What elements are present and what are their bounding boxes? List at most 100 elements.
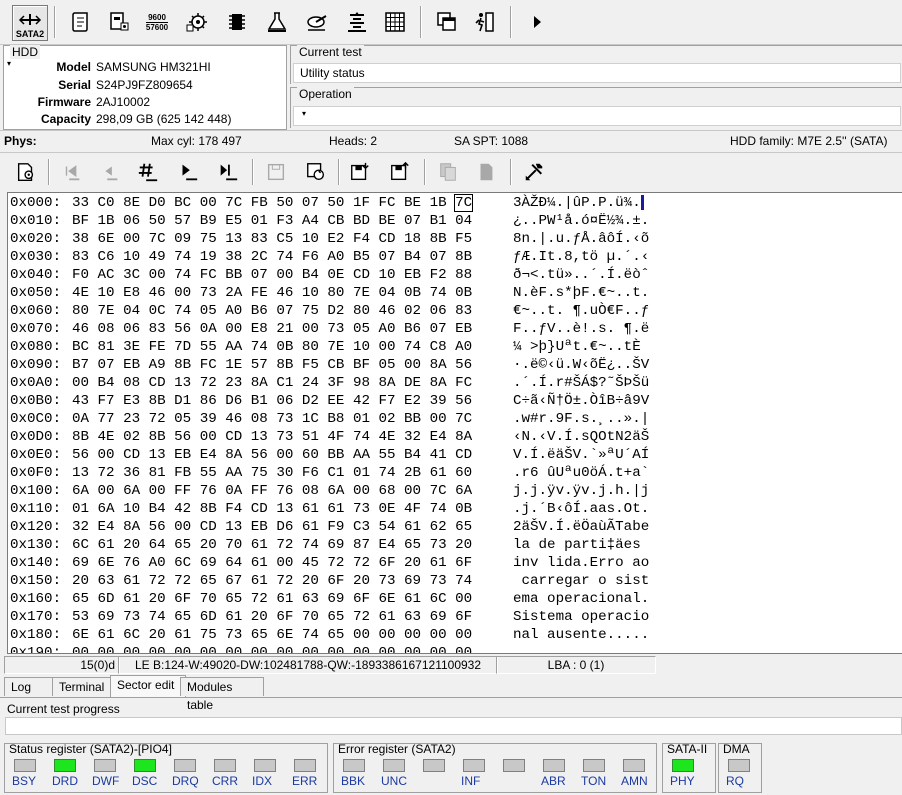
hex-ascii[interactable]: ·.ë©‹ü.W‹õË¿..ŠV (513, 356, 649, 374)
prev-sector-button[interactable] (96, 158, 124, 186)
hex-ascii[interactable]: nal ausente..... (513, 626, 649, 644)
hex-bytes[interactable]: 46 08 06 83 56 0A 00 E8 21 00 73 05 A0 B… (72, 320, 472, 338)
hex-bytes[interactable]: B7 07 EB A9 8B FC 1E 57 8B F5 CB BF 05 0… (72, 356, 472, 374)
copy-window-button[interactable] (430, 5, 464, 39)
hex-bytes[interactable]: 83 C6 10 49 74 19 38 2C 74 F6 A0 B5 07 B… (72, 248, 472, 266)
hex-bytes[interactable]: BF 1B 06 50 57 B9 E5 01 F3 A4 CB BD BE 0… (72, 212, 472, 230)
hex-bytes[interactable]: 65 6D 61 20 6F 70 65 72 61 63 69 6F 6E 6… (72, 590, 472, 608)
tools-button[interactable] (520, 158, 548, 186)
hex-ascii[interactable]: C÷ã‹Ñ†Ö±.ÒîB÷â9V (513, 392, 649, 410)
hex-bytes[interactable]: 56 00 CD 13 EB E4 8A 56 00 60 BB AA 55 B… (72, 446, 472, 464)
platter-stack-icon (348, 12, 366, 32)
hex-ascii[interactable]: inv lida.Erro ao (513, 554, 649, 572)
drive-info-button[interactable] (102, 5, 136, 39)
drive-head-button[interactable] (300, 5, 334, 39)
hex-ascii[interactable]: ƒÆ.It.8,tö µ.´.‹ (513, 248, 649, 266)
run-button[interactable] (520, 5, 554, 39)
last-sector-button[interactable] (214, 158, 242, 186)
grid-button[interactable] (378, 5, 412, 39)
hex-address: 0x010: (10, 213, 62, 229)
hex-bytes[interactable]: 00 00 00 00 00 00 00 00 00 00 00 00 00 0… (72, 644, 472, 653)
hex-ascii[interactable]: .r6 ûUªu0öÁ.t+a` (513, 464, 649, 482)
paste-button[interactable] (472, 158, 500, 186)
tab-modules-table[interactable]: Modules table (180, 677, 264, 712)
hex-bytes[interactable]: 01 6A 10 B4 42 8B F4 CD 13 61 61 73 0E 4… (72, 500, 472, 518)
hex-ascii[interactable]: 2äŠV.Í.ëÖaùÃTabe (513, 518, 649, 536)
scroll-button[interactable] (64, 5, 98, 39)
hex-bytes[interactable]: 8B 4E 02 8B 56 00 CD 13 73 51 4F 74 4E 3… (72, 428, 472, 446)
hex-cursor-byte[interactable]: 7C (454, 194, 474, 212)
hex-bytes[interactable]: 32 E4 8A 56 00 CD 13 EB D6 61 F9 C3 54 6… (72, 518, 472, 536)
tab-sector-edit[interactable]: Sector edit (110, 675, 186, 697)
hex-bytes[interactable]: F0 AC 3C 00 74 FC BB 07 00 B4 0E CD 10 E… (72, 266, 472, 284)
hex-ascii[interactable]: carregar o sist (513, 572, 650, 590)
hex-ascii[interactable]: ¼ >þ}Uªt.€~..tÈ (513, 338, 649, 356)
hex-bytes[interactable]: 4E 10 E8 46 00 73 2A FE 46 10 80 7E 04 0… (72, 284, 472, 302)
open-file-button[interactable] (346, 158, 374, 186)
copy-icon (440, 163, 456, 181)
hex-ascii[interactable]: 3ÀŽĐ¼.|ûP.P.ü¾. (513, 194, 644, 212)
led-unc (383, 759, 405, 772)
operation-field: ▾ (293, 106, 901, 126)
hex-bytes[interactable]: 6A 00 6A 00 FF 76 0A FF 76 08 6A 00 68 0… (72, 482, 472, 500)
hex-ascii[interactable]: ‹N.‹V.Í.sQOtN2äŠ (513, 428, 649, 446)
status-register-group: Status register (SATA2)-[PIO4] BSY DRD DWF… (4, 742, 328, 793)
page-gear-icon (17, 163, 34, 181)
operation-panel: Operation ▾ (290, 87, 902, 128)
hex-ascii[interactable]: ema operacional. (513, 590, 649, 608)
hex-bytes[interactable]: 6E 61 6C 20 61 75 73 65 6E 74 65 00 00 0… (72, 626, 472, 644)
hex-bytes[interactable]: 80 7E 04 0C 74 05 A0 B6 07 75 D2 80 46 0… (72, 302, 472, 320)
hex-ascii[interactable]: .j.´B‹ôÍ.aas.Ot. (513, 500, 649, 518)
tab-log[interactable]: Log (4, 677, 54, 696)
flask-button[interactable] (260, 5, 294, 39)
hex-bytes[interactable]: 0A 77 23 72 05 39 46 08 73 1C B8 01 02 B… (72, 410, 472, 428)
exit-button[interactable] (468, 5, 502, 39)
current-test-title: Current test (297, 45, 364, 59)
tab-terminal[interactable]: Terminal (52, 677, 116, 696)
hex-ascii[interactable]: €~..t. ¶.uÒ€F..ƒ (513, 302, 649, 320)
operation-dropdown-icon[interactable]: ▾ (302, 109, 306, 118)
save-file-button[interactable] (386, 158, 414, 186)
first-sector-button[interactable] (58, 158, 86, 186)
hex-ascii[interactable]: 8n.|.u.ƒÅ.âôÍ.‹õ (513, 230, 649, 248)
hex-bytes[interactable]: 43 F7 E3 8B D1 86 D6 B1 06 D2 EE 42 F7 E… (72, 392, 472, 410)
hex-address: 0x120: (10, 519, 62, 535)
baud-rate-button[interactable]: 9600 57600 (140, 5, 174, 39)
sata-port-button[interactable]: SATA2 (12, 5, 48, 41)
goto-sector-button[interactable] (134, 158, 162, 186)
play-arrow-icon (534, 16, 541, 28)
hex-ascii[interactable]: N.èF.s*þF.€~..t. (513, 284, 649, 302)
hex-ascii[interactable]: .w#r.9F.s.¸..».| (513, 410, 649, 428)
save-button[interactable] (262, 158, 290, 186)
hex-ascii[interactable]: j.j.ÿv.ÿv.j.h.|j (513, 482, 649, 500)
copy-button[interactable] (434, 158, 462, 186)
hex-address: 0x0B0: (10, 393, 62, 409)
toolbar-separator (510, 6, 512, 38)
hex-bytes[interactable]: 53 69 73 74 65 6D 61 20 6F 70 65 72 61 6… (72, 608, 472, 626)
hex-ascii[interactable]: ð¬<.tü»..´.Í.ëòˆ (513, 266, 649, 284)
hex-ascii[interactable]: la de parti‡äes (513, 536, 649, 554)
hex-bytes[interactable]: 33 C0 8E D0 BC 00 7C FB 50 07 50 1F FC B… (72, 194, 474, 212)
hex-bytes[interactable]: 20 63 61 72 72 65 67 61 72 20 6F 20 73 6… (72, 572, 472, 590)
hex-ascii[interactable]: ¿..PW¹å.ó¤Ë½¾.±. (513, 212, 649, 230)
platter-button[interactable] (340, 5, 374, 39)
hex-ascii[interactable]: .´.Í.r#ŠÁ$?˜ŠÞŠü (513, 374, 649, 392)
hex-ascii[interactable]: F..ƒV..è!.s. ¶.ë (513, 320, 649, 338)
hex-bytes[interactable]: 38 6E 00 7C 09 75 13 83 C5 10 E2 F4 CD 1… (72, 230, 472, 248)
hex-editor[interactable]: 0x000: 33 C0 8E D0 BC 00 7C FB 50 07 50 1… (7, 192, 902, 654)
hex-bytes[interactable]: 69 6E 76 A0 6C 69 64 61 00 45 72 72 6F 2… (72, 554, 472, 572)
save-all-button[interactable] (302, 158, 330, 186)
hex-bytes[interactable]: 00 B4 08 CD 13 72 23 8A C1 24 3F 98 8A D… (72, 374, 472, 392)
chip-button[interactable] (220, 5, 254, 39)
hex-bytes[interactable]: 6C 61 20 64 65 20 70 61 72 74 69 87 E4 6… (72, 536, 472, 554)
firmware-label: Firmware (37, 95, 91, 109)
hex-ascii[interactable]: Sistema operacio (513, 608, 649, 626)
hex-ascii[interactable]: V.Í.ëäŠV.`»ªU´AÍ (513, 446, 649, 464)
next-sector-button[interactable] (174, 158, 202, 186)
settings-button[interactable] (180, 5, 214, 39)
hex-bytes[interactable]: 13 72 36 81 FB 55 AA 75 30 F6 C1 01 74 2… (72, 464, 472, 482)
hex-address: 0x070: (10, 321, 62, 337)
edit-settings-button[interactable] (12, 158, 40, 186)
hex-bytes[interactable]: BC 81 3E FE 7D 55 AA 74 0B 80 7E 10 00 7… (72, 338, 472, 356)
hex-ascii[interactable]: ................ (513, 644, 649, 653)
